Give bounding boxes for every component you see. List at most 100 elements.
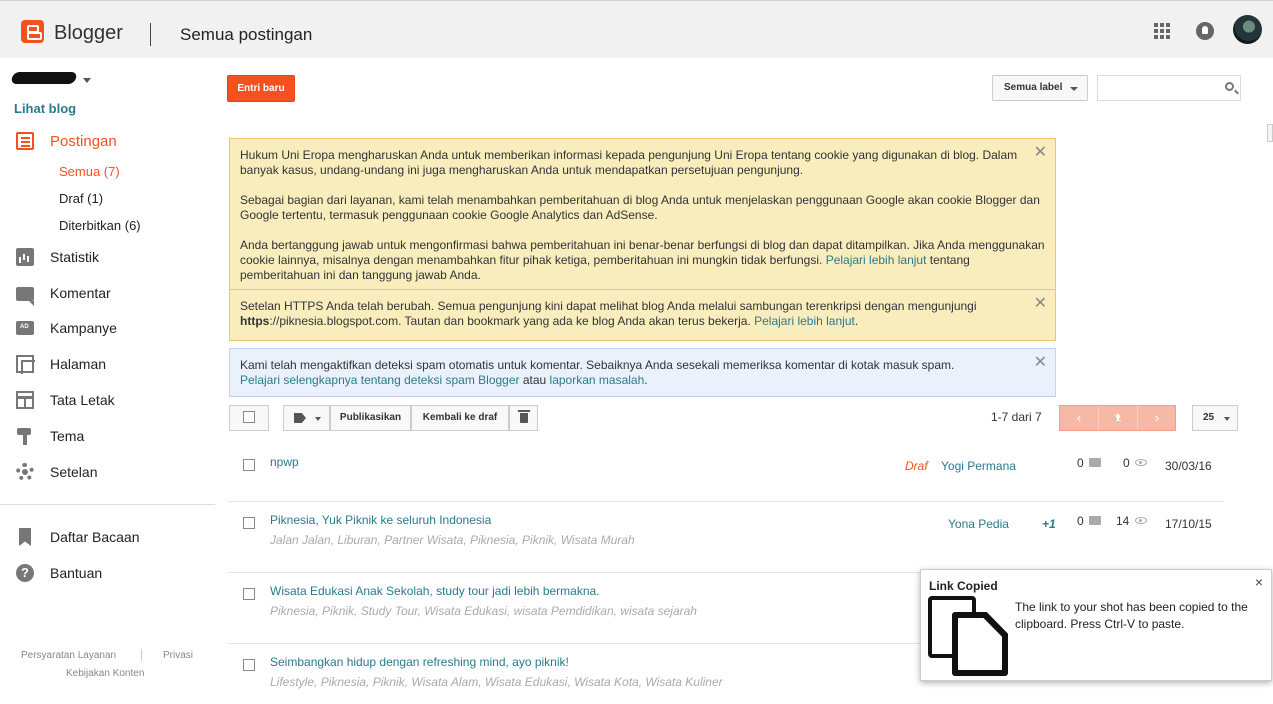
help-icon: [16, 564, 34, 582]
post-count: 1-7 dari 7: [991, 410, 1042, 424]
spam-notice-tail: .: [644, 373, 648, 387]
sidebar-item-campaigns[interactable]: Kampanye: [16, 317, 117, 339]
row-checkbox[interactable]: [243, 459, 255, 471]
post-title-link[interactable]: npwp: [270, 455, 299, 469]
prev-page-button[interactable]: ‹: [1060, 406, 1098, 430]
footer-divider: [141, 649, 142, 661]
row-checkbox[interactable]: [243, 588, 255, 600]
publish-button[interactable]: Publikasikan: [330, 405, 411, 431]
checkbox[interactable]: [243, 411, 255, 423]
sidebar-item-reading-list[interactable]: Daftar Bacaan: [16, 526, 140, 548]
https-notice: Setelan HTTPS Anda telah berubah. Semua …: [229, 289, 1056, 341]
spam-notice-mid: atau: [519, 373, 550, 387]
sidebar-subitem-published[interactable]: Diterbitkan (6): [59, 218, 141, 233]
paint-roller-icon: [16, 427, 34, 445]
close-icon[interactable]: ✕: [1034, 355, 1047, 371]
post-author[interactable]: Yona Pedia: [948, 517, 1009, 531]
spam-detection-link[interactable]: Pelajari selengkapnya tentang deteksi sp…: [240, 373, 520, 387]
apps-grid-icon[interactable]: [1154, 23, 1170, 39]
brand-name[interactable]: Blogger: [54, 22, 123, 45]
notification-bell-icon[interactable]: [1196, 22, 1214, 40]
sidebar-item-help[interactable]: Bantuan: [16, 562, 102, 584]
post-title-link[interactable]: Wisata Edukasi Anak Sekolah, study tour …: [270, 584, 600, 598]
post-labels[interactable]: Piknesia, Piknik, Study Tour, Wisata Edu…: [270, 604, 697, 618]
page-select[interactable]: 1 ▾: [1099, 406, 1137, 430]
table-row[interactable]: Piknesia, Yuk Piknik ke seluruh Indonesi…: [229, 502, 1224, 573]
label-filter-select[interactable]: Semua label: [992, 75, 1088, 101]
label-dropdown-button[interactable]: [283, 405, 330, 431]
view-count: 14: [1116, 514, 1130, 528]
eye-icon: [1135, 517, 1147, 524]
post-title-link[interactable]: Seimbangkan hidup dengan refreshing mind…: [270, 655, 569, 669]
blog-name-redacted[interactable]: [10, 72, 78, 84]
layout-icon: [16, 391, 34, 409]
post-date: 30/03/16: [1165, 459, 1212, 473]
learn-more-link[interactable]: Pelajari lebih lanjut: [754, 314, 855, 328]
terms-link[interactable]: Persyaratan Layanan: [21, 650, 116, 661]
post-labels[interactable]: Lifestyle, Piknesia, Piknik, Wisata Alam…: [270, 675, 723, 689]
sidebar-subitem-all[interactable]: Semua (7): [59, 164, 120, 179]
search-input[interactable]: [1097, 75, 1241, 101]
delete-button[interactable]: [509, 405, 538, 431]
toast-message: The link to your shot has been copied to…: [1015, 600, 1248, 631]
close-icon[interactable]: ×: [1255, 574, 1263, 590]
chevron-down-icon: [1070, 87, 1078, 91]
sidebar: Lihat blog Postingan Semua (7) Draf (1) …: [0, 58, 215, 689]
scrollbar[interactable]: [1267, 124, 1273, 142]
link-copied-toast: Link Copied The link to your shot has be…: [920, 569, 1272, 681]
sidebar-subitem-draft[interactable]: Draf (1): [59, 191, 103, 206]
stats-icon: [16, 248, 34, 266]
sidebar-item-comments[interactable]: Komentar: [16, 282, 111, 306]
comment-count: 0: [1077, 514, 1084, 528]
sidebar-item-stats[interactable]: Statistik: [16, 246, 99, 268]
cookie-notice-p3: Anda bertanggung jawab untuk mengonfirma…: [240, 238, 1045, 283]
cookie-notice-p2: Sebagai bagian dari layanan, kami telah …: [240, 193, 1040, 222]
sidebar-item-posts[interactable]: Postingan: [16, 130, 117, 152]
pages-icon: [16, 355, 35, 374]
blogger-logo-icon[interactable]: [21, 20, 44, 43]
post-labels[interactable]: Jalan Jalan, Liburan, Partner Wisata, Pi…: [270, 533, 635, 547]
post-date: 17/10/15: [1165, 517, 1212, 531]
view-blog-link[interactable]: Lihat blog: [14, 101, 76, 116]
post-title-link[interactable]: Piknesia, Yuk Piknik ke seluruh Indonesi…: [270, 513, 491, 527]
search-icon[interactable]: [1225, 82, 1234, 91]
revert-to-draft-button[interactable]: Kembali ke draf: [411, 405, 509, 431]
new-post-button[interactable]: Entri baru: [227, 75, 295, 102]
report-problem-link[interactable]: laporkan masalah: [550, 373, 645, 387]
chevron-down-icon: [1224, 417, 1230, 421]
cookie-notice: Hukum Uni Eropa mengharuskan Anda untuk …: [229, 138, 1056, 290]
avatar[interactable]: [1233, 15, 1262, 44]
sidebar-item-label: Postingan: [50, 132, 117, 150]
privacy-link[interactable]: Privasi: [163, 650, 193, 661]
sidebar-item-theme[interactable]: Tema: [16, 425, 84, 447]
sidebar-item-pages[interactable]: Halaman: [16, 353, 106, 375]
copy-icon: [928, 596, 1010, 676]
post-author[interactable]: Yogi Permana: [941, 459, 1016, 473]
sidebar-item-label: Tema: [50, 428, 85, 444]
posts-icon: [16, 132, 34, 150]
spam-notice: Kami telah mengaktifkan deteksi spam oto…: [229, 348, 1056, 397]
select-all-checkbox[interactable]: [229, 405, 269, 431]
trash-icon: [518, 410, 530, 423]
sidebar-item-layout[interactable]: Tata Letak: [16, 389, 115, 411]
sidebar-item-label: Halaman: [50, 356, 107, 372]
tag-icon: [294, 413, 306, 423]
comment-count-icon: [1089, 458, 1101, 467]
row-checkbox[interactable]: [243, 517, 255, 529]
per-page-select[interactable]: 25: [1192, 405, 1238, 431]
sidebar-item-settings[interactable]: Setelan: [16, 461, 97, 483]
sidebar-item-label: Statistik: [50, 249, 100, 265]
blog-switcher-caret-icon[interactable]: [83, 78, 91, 83]
plus-one-count: +1: [1042, 517, 1056, 531]
learn-more-link[interactable]: Pelajari lebih lanjut: [826, 253, 927, 267]
next-page-button[interactable]: ›: [1138, 406, 1176, 430]
table-row[interactable]: npwp Draf Yogi Permana 0 0 30/03/16: [229, 444, 1224, 502]
close-icon[interactable]: ✕: [1034, 145, 1047, 161]
comment-count-icon: [1089, 516, 1101, 525]
close-icon[interactable]: ✕: [1034, 296, 1047, 312]
sidebar-item-label: Tata Letak: [50, 392, 115, 408]
pagination: ‹ 1 ▾ ›: [1059, 405, 1176, 431]
row-checkbox[interactable]: [243, 659, 255, 671]
content-policy-link[interactable]: Kebijakan Konten: [66, 668, 144, 679]
sidebar-item-label: Komentar: [50, 285, 111, 301]
